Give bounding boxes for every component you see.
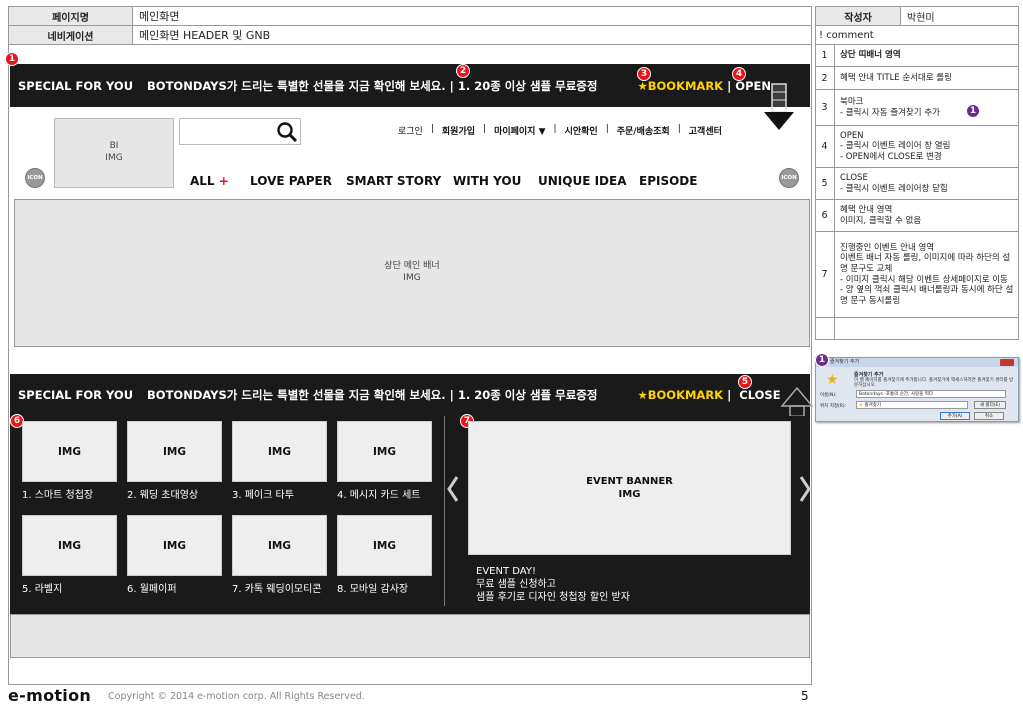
cancel-button[interactable]: 취소 [974,412,1004,420]
marker-4: 4 [732,67,746,81]
order-link[interactable]: 주문/배송조회 [617,124,670,137]
bookmark-link[interactable]: ★BOOKMARK [637,388,723,402]
comment-row: 1 상단 띠배너 영역 [815,45,1019,67]
comment-row: 4 OPEN - 클릭시 이벤트 레이어 창 열림 - OPEN에서 CLOSE로… [815,126,1019,168]
benefit-message: BOTONDAYS가 드리는 특별한 선물을 지금 확인해 보세요. | 1. … [147,78,598,93]
marker-1: 1 [5,52,19,66]
gnb-all[interactable]: ALL + [190,174,229,188]
benefit-image: IMG [22,421,117,482]
bookmark-link[interactable]: ★BOOKMARK [637,79,723,93]
dialog-close-icon[interactable] [1000,359,1014,366]
event-banner[interactable]: EVENT BANNER IMG [468,421,791,555]
bi-logo[interactable]: BI IMG [54,118,174,188]
benefit-caption: 7. 카톡 웨딩이모티콘 [232,584,322,595]
comment-marker-1: 1 [966,104,980,118]
dialog-titlebar: 즐겨찾기 추가 [816,358,1018,367]
special-label: SPECIAL FOR YOU [18,388,134,402]
benefit-image: IMG [127,421,222,482]
dialog-desc: 이 웹 페이지를 즐겨찾기에 추가합니다. 즐겨찾기에 액세스하려면 즐겨찾기 … [854,378,1014,389]
benefit-image: IMG [127,515,222,576]
dialog-heading: 즐겨찾기 추가 [854,372,884,378]
page-name-value: 메인화면 [132,6,812,26]
icon-left[interactable]: ICON [25,168,45,188]
benefit-caption: 4. 메시지 카드 세트 [337,490,421,501]
join-link[interactable]: 회원가입 [442,124,475,137]
special-label: SPECIAL FOR YOU [18,78,134,93]
gnb-with-you[interactable]: WITH YOU [453,174,521,188]
cs-link[interactable]: 고객센터 [689,124,722,137]
author-value: 박현미 [900,6,1019,26]
search-icon[interactable] [276,121,298,143]
bar-separator: | [727,388,732,402]
benefit-caption: 6. 월페이퍼 [127,584,177,595]
footer-copyright: Copyright © 2014 e-motion corp. All Righ… [108,691,365,702]
benefit-caption: 5. 라벨지 [22,584,63,595]
arrow-down-icon [764,83,794,130]
folder-select[interactable]: ★ 즐겨찾기 [856,401,968,409]
new-folder-button[interactable]: 새 폴더(E) [974,401,1006,409]
prev-arrow-icon[interactable] [446,474,460,504]
close-button[interactable]: CLOSE [739,388,780,402]
name-label: 이름(N): [820,393,837,398]
mypage-dropdown[interactable]: 마이페이지 ▼ [494,124,545,137]
comment-row: 6 혜택 안내 영역 이미지, 클릭할 수 없음 [815,200,1019,232]
layer-divider [444,416,445,606]
benefit-image: IMG [232,515,327,576]
utility-menu: 로그인 | 회원가입 | 마이페이지 ▼ | 시안확인 | 주문/배송조회 | … [398,124,722,137]
gnb-unique-idea[interactable]: UNIQUE IDEA [538,174,626,188]
bar-separator: | [727,78,732,93]
folder-label: 위치 지정(R): [820,404,847,409]
next-arrow-icon[interactable] [798,474,812,504]
top-band-banner-close: SPECIAL FOR YOU BOTONDAYS가 드리는 특별한 선물을 지… [10,374,810,416]
nav-label: 네비게이션 [8,25,133,45]
comment-row: 3 북마크 - 클릭시 자동 즐겨찾기 추가 [815,90,1019,126]
benefit-image: IMG [22,515,117,576]
name-input[interactable]: Botondays -포통의 순간, 사랑을 찍다 [856,390,1006,398]
gnb-episode[interactable]: EPISODE [639,174,697,188]
login-link[interactable]: 로그인 [398,124,423,137]
add-button[interactable]: 추가(A) [940,412,970,420]
benefit-caption: 8. 모바일 감사장 [337,584,409,595]
marker-2: 2 [456,64,470,78]
footer-logo: e-motion [8,686,92,705]
marker-3: 3 [637,67,651,81]
author-label: 작성자 [815,6,901,26]
comment-row: 7 진행중인 이벤트 안내 영역 이벤트 배너 자동 롤링, 이미지에 따라 하단… [815,232,1019,318]
dialog-marker-1: 1 [815,353,829,367]
comment-row: 5 CLOSE - 클릭시 이벤트 레이어창 닫힘 [815,168,1019,200]
marker-5: 5 [738,375,752,389]
nav-value: 메인화면 HEADER 및 GNB [132,25,812,45]
benefit-image: IMG [337,421,432,482]
star-icon: ★ [826,372,839,388]
top-band-banner-open: SPECIAL FOR YOU BOTONDAYS가 드리는 특별한 선물을 지… [10,64,810,107]
event-description: EVENT DAY! 무료 샘플 신청하고 샘플 후기로 디자인 청첩장 할인 … [476,566,630,603]
benefit-caption: 1. 스마트 청첩장 [22,490,94,501]
comment-row-empty [815,318,1019,340]
gnb-smart-story[interactable]: SMART STORY [346,174,441,188]
page-name-label: 페이지명 [8,6,133,26]
benefit-caption: 2. 웨딩 초대영상 [127,490,199,501]
main-banner[interactable]: 상단 메인 배너 IMG [14,199,810,347]
proof-link[interactable]: 시안확인 [565,124,598,137]
gnb-love-paper[interactable]: LOVE PAPER [250,174,332,188]
benefit-image: IMG [337,515,432,576]
comment-title: ! comment [815,25,1019,45]
icon-right[interactable]: ICON [779,168,799,188]
benefit-message: BOTONDAYS가 드리는 특별한 선물을 지금 확인해 보세요. | 1. … [147,388,598,402]
layer-bottom-area [10,614,810,658]
bookmark-dialog: 즐겨찾기 추가 ★ 즐겨찾기 추가 이 웹 페이지를 즐겨찾기에 추가합니다. … [815,357,1019,422]
benefit-image: IMG [232,421,327,482]
page-number: 5 [801,689,809,703]
comment-row: 2 혜택 안내 TITLE 순서대로 롤링 [815,67,1019,90]
benefit-caption: 3. 페이크 타투 [232,490,294,501]
